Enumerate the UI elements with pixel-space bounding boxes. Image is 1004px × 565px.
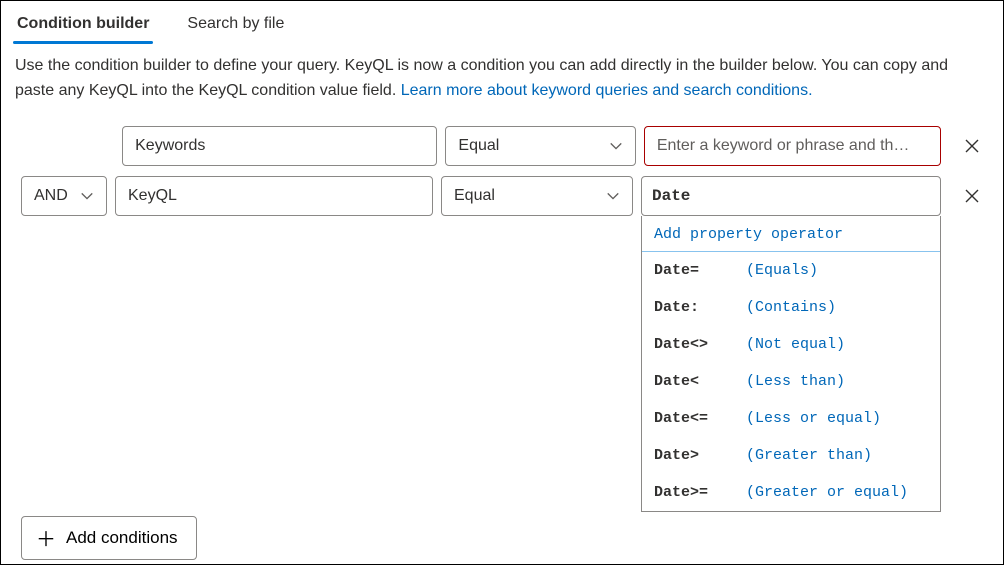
autocomplete-item[interactable]: Date<= (Less or equal): [642, 400, 940, 437]
autocomplete-item[interactable]: Date: (Contains): [642, 289, 940, 326]
close-icon: [964, 188, 980, 204]
suggest-op: Date>: [654, 447, 746, 464]
condition-row: Keywords Equal Enter a keyword or phrase…: [21, 126, 985, 166]
autocomplete-item[interactable]: Date<> (Not equal): [642, 326, 940, 363]
chevron-down-icon: [609, 139, 623, 153]
suggest-op: Date<>: [654, 336, 746, 353]
remove-row-button[interactable]: [959, 183, 985, 209]
tab-condition-builder[interactable]: Condition builder: [13, 9, 153, 43]
suggest-desc: (Greater than): [746, 447, 872, 464]
operator-dropdown[interactable]: Equal: [441, 176, 633, 216]
chevron-down-icon: [606, 189, 620, 203]
suggest-op: Date>=: [654, 484, 746, 501]
suggest-desc: (Greater or equal): [746, 484, 908, 501]
operator-dropdown[interactable]: Equal: [445, 126, 635, 166]
suggest-op: Date:: [654, 299, 746, 316]
autocomplete-header: Add property operator: [642, 216, 940, 252]
remove-row-button[interactable]: [959, 133, 985, 159]
suggest-desc: (Less or equal): [746, 410, 881, 427]
property-field[interactable]: KeyQL: [115, 176, 433, 216]
tab-search-by-file[interactable]: Search by file: [183, 9, 288, 43]
operator-label: Equal: [458, 137, 499, 155]
learn-more-link[interactable]: Learn more about keyword queries and sea…: [401, 82, 813, 99]
autocomplete-item[interactable]: Date>= (Greater or equal): [642, 474, 940, 511]
autocomplete-item[interactable]: Date> (Greater than): [642, 437, 940, 474]
add-conditions-button[interactable]: ＋ Add conditions: [21, 516, 197, 560]
operator-label: Equal: [454, 187, 495, 205]
autocomplete-dropdown: Add property operator Date= (Equals) Dat…: [641, 216, 941, 512]
suggest-desc: (Equals): [746, 262, 818, 279]
autocomplete-item[interactable]: Date= (Equals): [642, 252, 940, 289]
chevron-down-icon: [80, 189, 94, 203]
suggest-op: Date<: [654, 373, 746, 390]
tabs: Condition builder Search by file: [1, 1, 1003, 44]
logic-label: AND: [34, 187, 68, 205]
keyword-input[interactable]: Enter a keyword or phrase and th…: [644, 126, 941, 166]
close-icon: [964, 138, 980, 154]
property-field[interactable]: Keywords: [122, 126, 437, 166]
suggest-desc: (Less than): [746, 373, 845, 390]
suggest-desc: (Contains): [746, 299, 836, 316]
keyql-value-input[interactable]: Date: [641, 176, 941, 216]
add-conditions-label: Add conditions: [66, 528, 178, 548]
plus-icon: ＋: [36, 523, 56, 552]
logic-dropdown[interactable]: AND: [21, 176, 107, 216]
suggest-op: Date<=: [654, 410, 746, 427]
suggest-op: Date=: [654, 262, 746, 279]
condition-row: AND KeyQL Equal Date Add property operat…: [21, 176, 985, 216]
autocomplete-item[interactable]: Date< (Less than): [642, 363, 940, 400]
suggest-desc: (Not equal): [746, 336, 845, 353]
description-text: Use the condition builder to define your…: [1, 44, 1003, 122]
